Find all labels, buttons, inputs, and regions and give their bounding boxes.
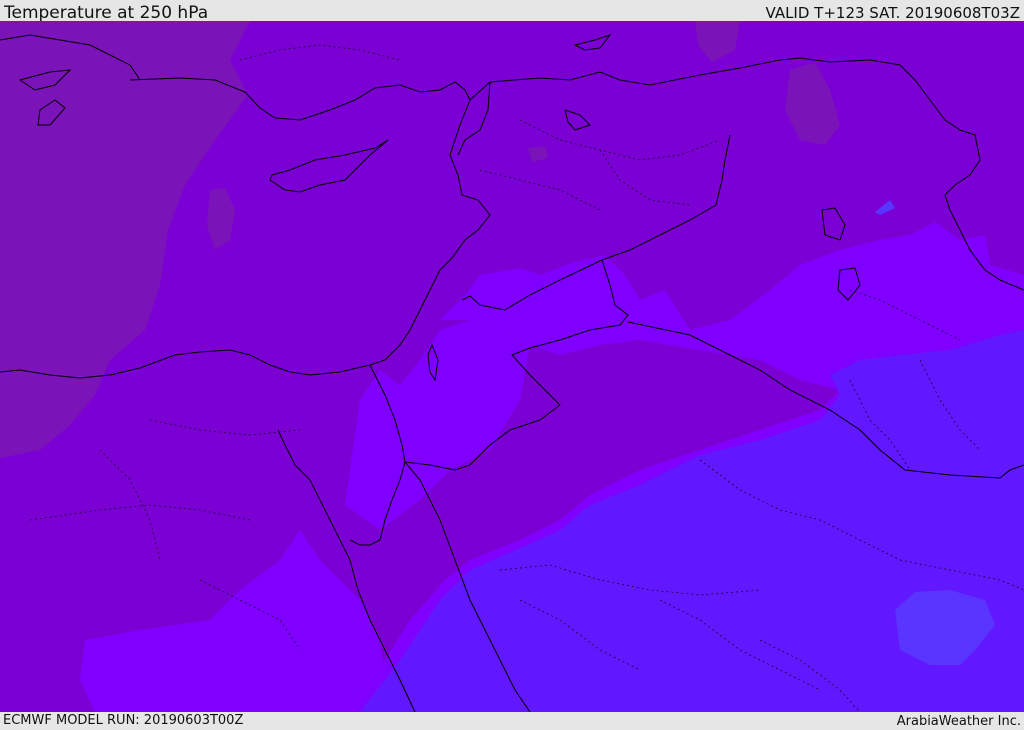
temperature-map[interactable] bbox=[0, 21, 1024, 712]
model-run: ECMWF MODEL RUN: 20190603T00Z bbox=[3, 713, 244, 728]
map-title: Temperature at 250 hPa bbox=[4, 3, 209, 23]
map-canvas bbox=[0, 21, 1024, 712]
credit-text: ArabiaWeather Inc. bbox=[896, 714, 1021, 729]
valid-time: VALID T+123 SAT. 20190608T03Z bbox=[765, 4, 1020, 22]
footer-bar: ECMWF MODEL RUN: 20190603T00Z ArabiaWeat… bbox=[0, 712, 1024, 729]
header-bar: Temperature at 250 hPa VALID T+123 SAT. … bbox=[0, 0, 1024, 23]
